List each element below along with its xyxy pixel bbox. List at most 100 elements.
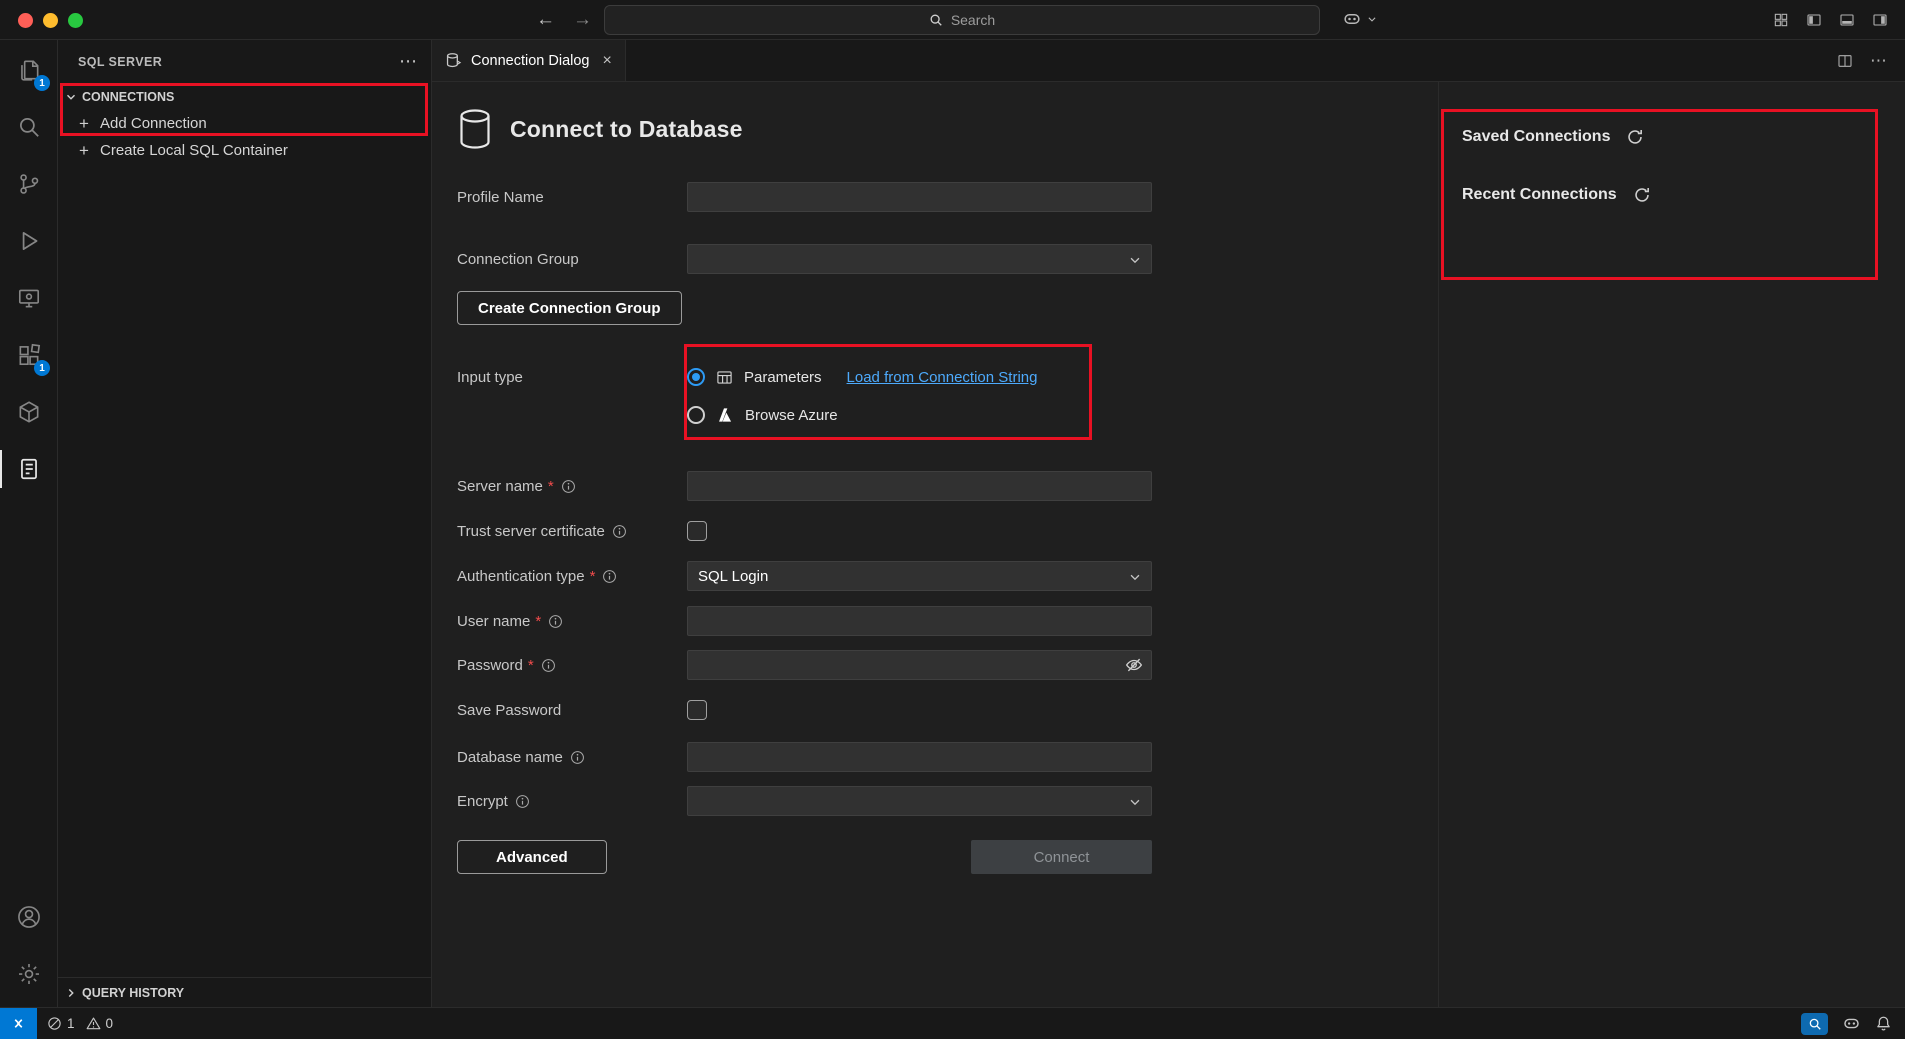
encrypt-label: Encrypt [457,793,687,810]
info-icon[interactable] [515,794,530,809]
explorer-badge: 1 [34,75,50,91]
connection-dialog-tab-icon [445,52,462,69]
info-icon[interactable] [541,658,556,673]
search-input[interactable]: Search [604,5,1320,35]
activity-run-debug[interactable] [0,217,57,265]
database-name-label: Database name [457,749,687,766]
sidebar-item-add-connection[interactable]: + Add Connection [58,110,431,137]
connection-group-row: Connection Group [457,244,1438,274]
zoom-status-button[interactable] [1801,1013,1828,1035]
toggle-sidebar-icon[interactable] [1806,12,1822,28]
toggle-secondary-sidebar-icon[interactable] [1872,12,1888,28]
browse-azure-option-row: Browse Azure [687,399,1152,431]
forward-icon[interactable]: → [573,9,592,31]
split-editor-icon[interactable] [1837,53,1853,69]
encrypt-select[interactable] [687,786,1152,816]
info-icon[interactable] [612,524,627,539]
window-controls [18,13,83,28]
more-actions-icon[interactable]: ⋯ [1870,51,1888,71]
activity-sql-server[interactable] [0,445,57,493]
activity-remote-explorer[interactable] [0,274,57,322]
required-marker: * [548,478,554,495]
password-field [687,650,1152,680]
tab-connection-dialog[interactable]: Connection Dialog × [432,40,626,81]
extensions-badge: 1 [34,360,50,376]
remote-indicator[interactable] [0,1008,37,1039]
search-placeholder: Search [951,12,995,28]
parameters-radio[interactable] [687,368,705,386]
trust-server-certificate-checkbox[interactable] [687,521,707,541]
create-local-sql-container-label: Create Local SQL Container [100,142,288,159]
save-password-checkbox[interactable] [687,700,707,720]
info-icon[interactable] [570,750,585,765]
eye-off-icon[interactable] [1125,656,1143,674]
parameters-table-icon [716,369,733,386]
info-icon[interactable] [561,479,576,494]
activity-source-control[interactable] [0,160,57,208]
database-name-input[interactable] [687,742,1152,772]
connection-group-select[interactable] [687,244,1152,274]
connections-section-header[interactable]: CONNECTIONS [58,83,431,110]
user-name-row: User name* [457,606,1438,636]
close-tab-icon[interactable]: × [603,52,612,70]
chevron-down-icon [1128,253,1142,267]
refresh-icon[interactable] [1626,128,1644,146]
input-type-row: Input type Parameters Load from Connecti… [457,361,1438,437]
password-input[interactable] [687,650,1152,680]
chevron-down-icon [1128,795,1142,809]
load-from-connection-string-link[interactable]: Load from Connection String [847,369,1038,386]
connections-rail: Saved Connections Recent Connections [1438,82,1905,1007]
connect-button[interactable]: Connect [971,840,1152,874]
status-bar: 1 0 [0,1007,1905,1039]
customize-layout-icon[interactable] [1773,12,1789,28]
sidebar-item-create-local-sql-container[interactable]: + Create Local SQL Container [58,137,431,164]
editor-group: Connection Dialog × ⋯ [432,40,1905,1007]
notifications-bell-icon[interactable] [1875,1015,1892,1032]
back-icon[interactable]: ← [536,9,555,31]
chevron-right-icon [64,986,78,1000]
server-name-row: Server name* [457,471,1438,501]
trust-server-certificate-label: Trust server certificate [457,523,687,540]
info-icon[interactable] [548,614,563,629]
page-title: Connect to Database [510,116,743,143]
authentication-type-label: Authentication type* [457,568,687,585]
authentication-type-select[interactable]: SQL Login [687,561,1152,591]
database-icon [457,108,493,150]
activity-containers[interactable] [0,388,57,436]
activity-explorer[interactable]: 1 [0,46,57,94]
activity-accounts[interactable] [0,893,57,941]
maximize-window-button[interactable] [68,13,83,28]
copilot-menu[interactable] [1342,9,1377,29]
sidebar-header: SQL SERVER ⋯ [58,40,431,83]
profile-name-input[interactable] [687,182,1152,212]
plus-icon: + [77,114,91,134]
info-icon[interactable] [602,569,617,584]
errors-icon [47,1016,62,1031]
create-connection-group-button[interactable]: Create Connection Group [457,291,682,325]
advanced-button[interactable]: Advanced [457,840,607,874]
copilot-status-icon[interactable] [1842,1014,1861,1033]
password-label: Password* [457,657,687,674]
user-name-input[interactable] [687,606,1152,636]
sidebar-more-icon[interactable]: ⋯ [399,51,417,72]
server-name-input[interactable] [687,471,1152,501]
error-count: 1 [67,1016,75,1031]
save-password-row: Save Password [457,695,1438,725]
tab-bar: Connection Dialog × ⋯ [432,40,1905,82]
activity-search[interactable] [0,103,57,151]
close-window-button[interactable] [18,13,33,28]
profile-name-label: Profile Name [457,189,687,206]
refresh-icon[interactable] [1633,186,1651,204]
browse-azure-radio[interactable] [687,406,705,424]
connections-section-label: CONNECTIONS [82,90,174,104]
chevron-down-icon [1128,570,1142,584]
query-history-section-header[interactable]: QUERY HISTORY [58,977,431,1007]
search-icon [929,13,943,27]
activity-extensions[interactable]: 1 [0,331,57,379]
problems-indicator[interactable]: 1 0 [47,1016,119,1031]
authentication-type-value: SQL Login [698,568,768,585]
profile-name-row: Profile Name [457,182,1438,212]
activity-settings[interactable] [0,950,57,998]
toggle-panel-icon[interactable] [1839,12,1855,28]
minimize-window-button[interactable] [43,13,58,28]
